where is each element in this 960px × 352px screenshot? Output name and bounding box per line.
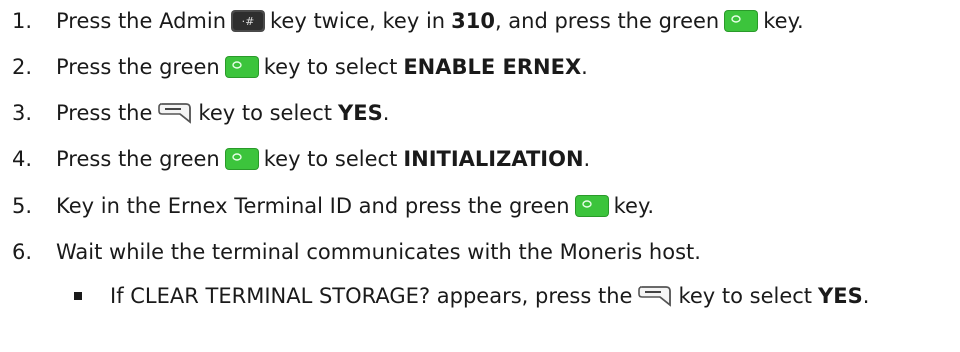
step-text: Press the Admin bbox=[56, 9, 227, 33]
square-bullet-icon bbox=[74, 292, 82, 300]
menu-option: YES bbox=[818, 284, 863, 308]
step-text: . bbox=[583, 147, 591, 171]
instruction-list: 1. Press the Admin ·# key twice, key in … bbox=[0, 0, 960, 352]
step-2: 2. Press the green key to select ENABLE … bbox=[0, 47, 588, 87]
svg-text:·#: ·# bbox=[242, 15, 255, 28]
step-number: 6. bbox=[12, 240, 33, 264]
step-text: key to select bbox=[198, 101, 333, 125]
step-number: 5. bbox=[12, 194, 33, 218]
sub-bullet-clear-storage: If CLEAR TERMINAL STORAGE? appears, pres… bbox=[0, 276, 869, 316]
step-text: key to select bbox=[263, 147, 398, 171]
green-ok-key-icon bbox=[723, 8, 759, 34]
step-1: 1. Press the Admin ·# key twice, key in … bbox=[0, 1, 804, 41]
step-text: key. bbox=[613, 194, 655, 218]
sub-bullet-text: key to select bbox=[678, 284, 813, 308]
step-number: 1. bbox=[12, 9, 33, 33]
step-text: key. bbox=[763, 9, 804, 33]
green-ok-key-icon bbox=[224, 146, 260, 172]
step-3: 3. Press the key to select YES . bbox=[0, 93, 389, 133]
step-text: key to select bbox=[263, 55, 398, 79]
softkey-minus-icon bbox=[156, 100, 194, 126]
step-text: Press the green bbox=[56, 55, 220, 79]
softkey-minus-icon bbox=[636, 283, 674, 309]
step-4: 4. Press the green key to select INITIAL… bbox=[0, 139, 590, 179]
admin-code: 310 bbox=[451, 9, 495, 33]
step-text: , and press the green bbox=[494, 9, 720, 33]
green-ok-key-icon bbox=[224, 54, 260, 80]
step-text: Press the green bbox=[56, 147, 220, 171]
step-5: 5. Key in the Ernex Terminal ID and pres… bbox=[0, 186, 654, 226]
green-ok-key-icon bbox=[574, 193, 610, 219]
step-number: 2. bbox=[12, 55, 33, 79]
step-text: Wait while the terminal communicates wit… bbox=[56, 240, 701, 264]
step-number: 3. bbox=[12, 101, 33, 125]
step-text: . bbox=[581, 55, 588, 79]
step-number: 4. bbox=[12, 147, 33, 171]
sub-bullet-text: . bbox=[862, 284, 870, 308]
menu-option: ENABLE ERNEX bbox=[403, 55, 582, 79]
step-text: Press the bbox=[56, 101, 153, 125]
step-text: . bbox=[382, 101, 390, 125]
admin-hash-key-icon: ·# bbox=[230, 8, 266, 34]
menu-option: YES bbox=[338, 101, 383, 125]
step-6: 6. Wait while the terminal communicates … bbox=[0, 232, 701, 272]
step-text: Key in the Ernex Terminal ID and press t… bbox=[56, 194, 570, 218]
sub-bullet-text: If CLEAR TERMINAL STORAGE? appears, pres… bbox=[110, 284, 633, 308]
menu-option: INITIALIZATION bbox=[403, 147, 584, 171]
step-text: key twice, key in bbox=[270, 9, 446, 33]
